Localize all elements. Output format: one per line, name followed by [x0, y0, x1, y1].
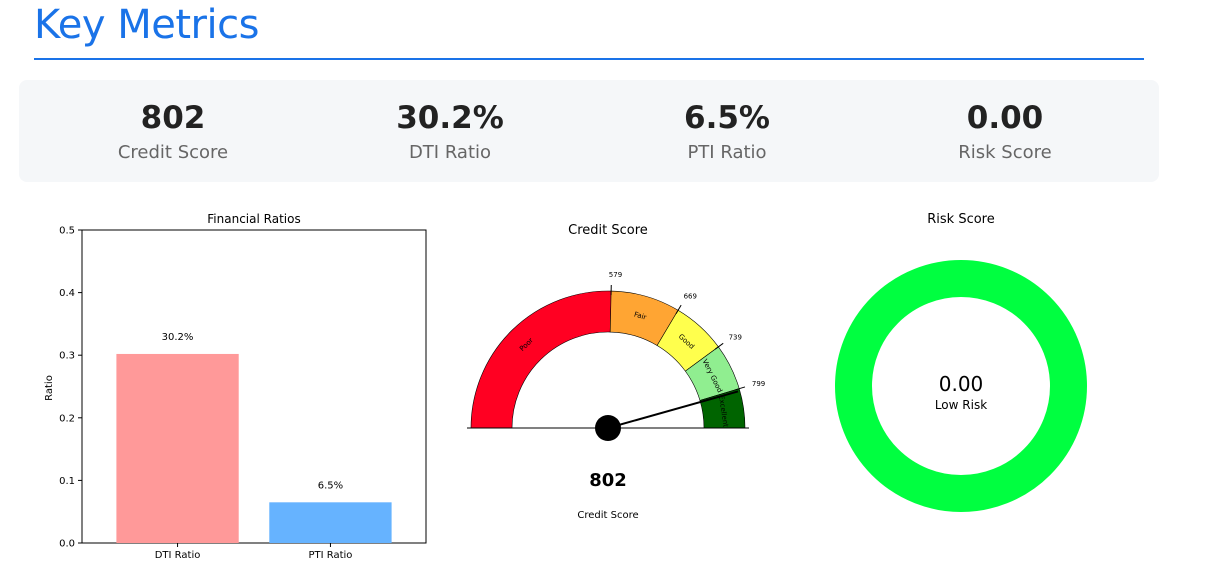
x-tick-label: PTI Ratio	[308, 550, 352, 561]
metric-value: 30.2%	[396, 100, 504, 136]
bar	[269, 502, 392, 543]
metrics-panel: 802 Credit Score 30.2% DTI Ratio 6.5% PT…	[19, 80, 1159, 182]
x-tick-label: DTI Ratio	[155, 550, 201, 561]
financial-ratios-chart: Financial Ratios Ratio 0.0 0.1 0.2 0.3 0.4 0.…	[44, 212, 427, 561]
risk-score-donut: Risk Score 0.00 Low Risk	[835, 212, 1087, 512]
metric-label: Credit Score	[117, 142, 229, 163]
credit-score-gauge: Credit Score PoorFairGoodVery GoodExcell…	[467, 223, 765, 521]
y-tick-label: 0.2	[59, 413, 75, 424]
gauge-tick-label: 739	[729, 333, 742, 341]
y-tick-label: 0.0	[59, 539, 75, 550]
donut-title: Risk Score	[927, 212, 995, 227]
donut-sublabel: Low Risk	[935, 398, 987, 412]
bar-data-label: 6.5%	[318, 480, 343, 491]
bar	[116, 353, 239, 543]
gauge-title: Credit Score	[568, 223, 648, 238]
metric-value: 0.00	[966, 100, 1044, 136]
chart-title: Financial Ratios	[207, 212, 300, 226]
page-title: Key Metrics	[34, 2, 259, 48]
metric-label: PTI Ratio	[687, 142, 767, 163]
y-axis-label: Ratio	[44, 375, 55, 401]
y-tick-label: 0.4	[59, 288, 75, 299]
y-tick-label: 0.3	[59, 351, 75, 362]
metric-value: 6.5%	[684, 100, 770, 136]
title-divider	[34, 58, 1144, 60]
donut-value: 0.00	[939, 372, 984, 396]
gauge-segment	[470, 290, 612, 429]
gauge-value: 802	[589, 470, 627, 491]
y-tick-label: 0.5	[59, 226, 75, 237]
gauge-tick-label: 579	[609, 271, 622, 279]
y-tick-label: 0.1	[59, 476, 75, 487]
gauge-caption: Credit Score	[577, 510, 638, 521]
gauge-tick-label: 799	[752, 380, 765, 388]
bar-data-label: 30.2%	[162, 332, 194, 343]
metric-label: DTI Ratio	[408, 142, 492, 163]
gauge-tick-label: 669	[684, 293, 697, 301]
metric-value: 802	[140, 100, 206, 136]
metric-label: Risk Score	[958, 142, 1052, 163]
gauge-hub	[595, 415, 621, 441]
